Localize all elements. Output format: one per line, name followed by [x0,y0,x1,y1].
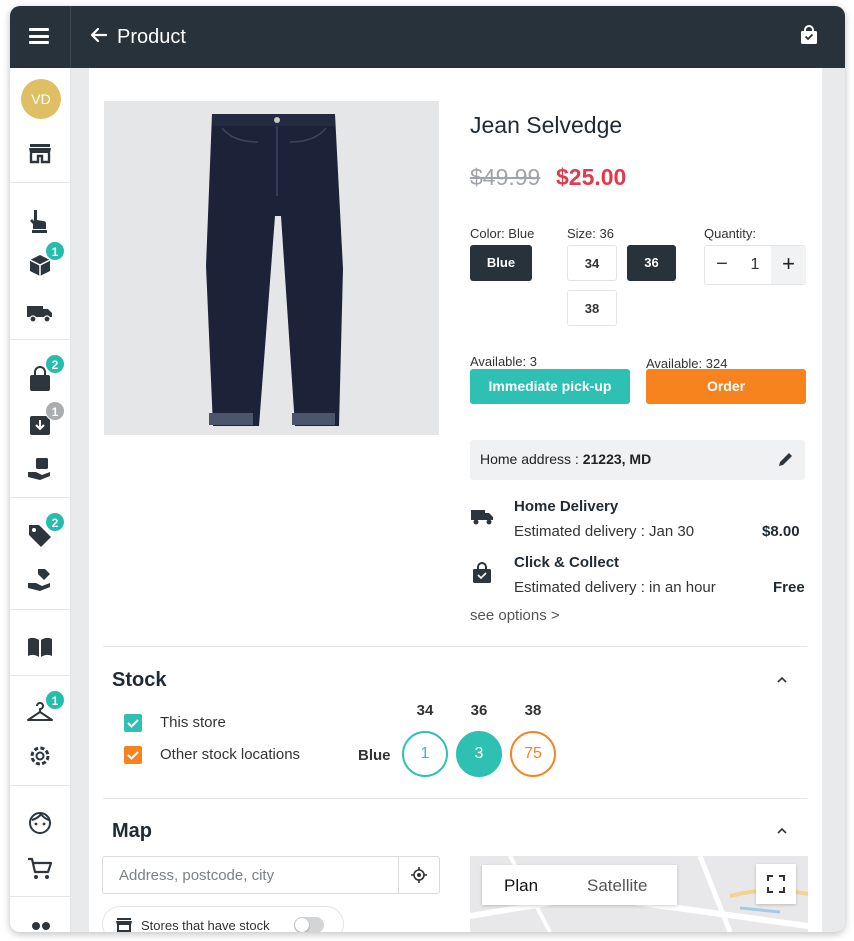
see-options-link[interactable]: see options > [470,607,560,624]
open-book-icon[interactable] [25,633,55,661]
product-panel: Jean Selvedge $49.99 $25.00 Color: Blue … [89,68,822,932]
click-collect-title: Click & Collect [514,554,620,571]
size-option-38[interactable]: 38 [567,290,617,326]
pickup-availability: Available: 3 [470,354,537,369]
stock-section-title: Stock [112,669,167,691]
stores-with-stock-label: Stores that have stock [141,918,270,932]
stock-size-38: 38 [524,702,542,719]
stock-row-label: Blue [358,747,391,764]
app-window: Product VD 1 2 1 2 1 Jean Selvedge $49.9… [10,6,845,932]
hand-tag-icon[interactable] [25,566,55,594]
address-search-input[interactable] [103,857,398,893]
shopping-bag-icon[interactable] [800,25,818,45]
stock-count-selected[interactable]: 3 [456,731,502,777]
home-delivery-title: Home Delivery [514,498,619,515]
original-price: $49.99 [470,164,541,190]
avatar[interactable]: VD [21,79,61,119]
locate-me-button[interactable] [398,857,439,893]
delivery-truck-icon [471,510,493,525]
other-locations-label: Other stock locations [160,746,301,763]
other-locations-checkbox[interactable] [124,746,142,764]
store-icon [116,918,132,932]
sale-price: $25.00 [556,164,627,190]
store-icon[interactable] [25,139,55,167]
product-name: Jean Selvedge [470,112,623,138]
gear-icon[interactable] [25,742,55,770]
color-option-blue[interactable]: Blue [470,245,532,281]
tab-satellite[interactable]: Satellite [587,876,647,896]
chevron-up-icon[interactable] [776,827,788,835]
offers-badge: 2 [45,512,65,532]
size-label: Size: 36 [567,226,614,241]
hand-pointer-icon[interactable] [25,207,55,235]
map-view[interactable]: Plan Satellite [470,856,808,932]
returns-badge: 1 [45,401,65,421]
menu-zone [10,6,71,68]
fullscreen-icon [767,875,785,893]
stock-count-this-store[interactable]: 1 [402,731,448,777]
home-address-bar: Home address : 21223, MD [470,440,805,480]
immediate-pickup-button[interactable]: Immediate pick-up [470,369,630,404]
page-title: Product [117,26,186,48]
packages-badge: 1 [45,241,65,261]
stores-with-stock-switch[interactable] [294,917,324,932]
color-label: Color: Blue [470,226,535,241]
fullscreen-button[interactable] [756,864,796,904]
users-icon[interactable] [25,918,55,932]
size-option-36[interactable]: 36 [627,245,676,281]
hanger-badge: 1 [45,690,65,710]
back-arrow-icon[interactable] [90,26,108,44]
quantity-value[interactable]: 1 [739,246,771,284]
sidebar: VD 1 2 1 2 1 [10,68,71,932]
stores-with-stock-toggle-row: Stores that have stock [102,906,344,932]
product-image [104,101,439,435]
tab-plan[interactable]: Plan [504,876,538,896]
shopping-badge: 2 [45,354,65,374]
this-store-checkbox[interactable] [124,714,142,732]
size-option-34[interactable]: 34 [567,245,617,281]
hamburger-menu-icon[interactable] [29,28,49,44]
quantity-label: Quantity: [704,226,757,241]
click-collect-price: Free [773,579,805,596]
shopping-bag-icon [473,562,491,583]
home-delivery-price: $8.00 [762,523,800,540]
order-button[interactable]: Order [646,369,806,404]
map-section-title: Map [112,820,152,842]
stock-size-34: 34 [416,702,434,719]
address-search [102,856,440,894]
edit-pencil-icon[interactable] [777,450,795,468]
map-type-tabs: Plan Satellite [482,865,677,905]
crosshair-icon [411,867,427,883]
top-bar: Product [10,6,845,68]
quantity-increase-button[interactable]: + [771,246,806,284]
stock-count-other-locations[interactable]: 75 [510,731,556,777]
shopping-cart-icon[interactable] [25,854,55,882]
hand-bag-icon[interactable] [25,455,55,483]
jeans-image [206,114,343,426]
click-collect-estimate: Estimated delivery : in an hour [514,579,716,596]
this-store-label: This store [160,714,226,731]
stock-size-36: 36 [470,702,488,719]
face-icon[interactable] [25,809,55,837]
home-delivery-estimate: Estimated delivery : Jan 30 [514,523,695,540]
quantity-decrease-button[interactable]: − [705,246,739,284]
home-address-text: Home address : 21223, MD [480,451,652,467]
chevron-up-icon[interactable] [776,676,788,684]
quantity-stepper: − 1 + [704,245,806,285]
delivery-truck-icon[interactable] [25,298,55,326]
